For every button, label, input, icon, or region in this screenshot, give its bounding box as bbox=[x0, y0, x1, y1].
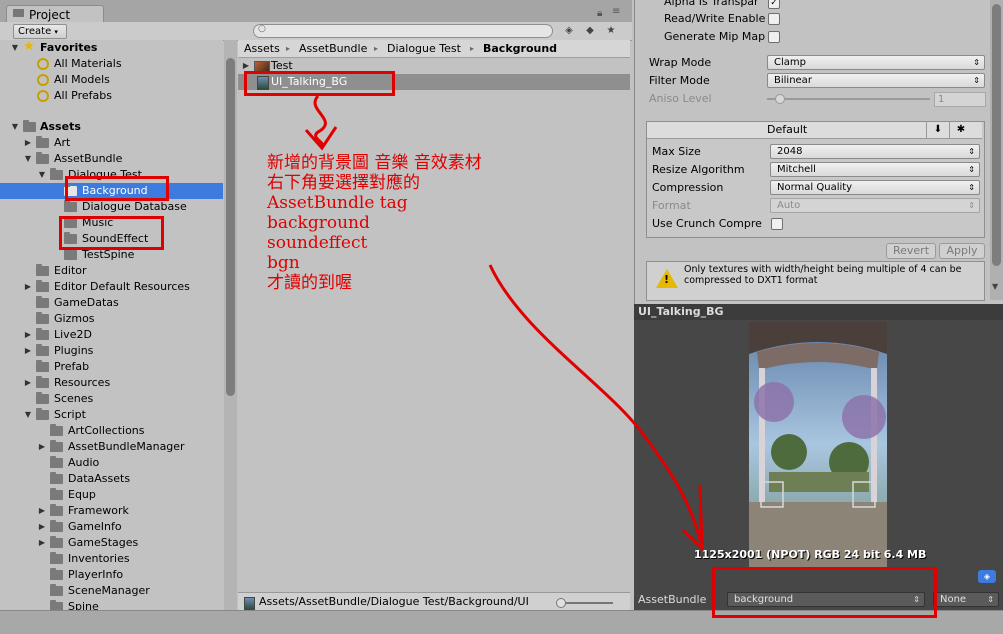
annotation-line: soundeffect bbox=[267, 233, 368, 253]
annotation-line: 才讀的到喔 bbox=[267, 273, 352, 293]
annotation-note: 新增的背景圖 音樂 音效素材 右下角要選擇對應的 AssetBundle tag… bbox=[267, 153, 482, 293]
annotation-line: AssetBundle tag bbox=[267, 193, 408, 213]
annotation-line: background bbox=[267, 213, 370, 233]
annotation-line: 右下角要選擇對應的 bbox=[267, 173, 420, 193]
annotation-line: bgn bbox=[267, 253, 300, 273]
annotation-line: 新增的背景圖 音樂 音效素材 bbox=[267, 153, 482, 173]
annotation-arrows bbox=[304, 94, 704, 552]
